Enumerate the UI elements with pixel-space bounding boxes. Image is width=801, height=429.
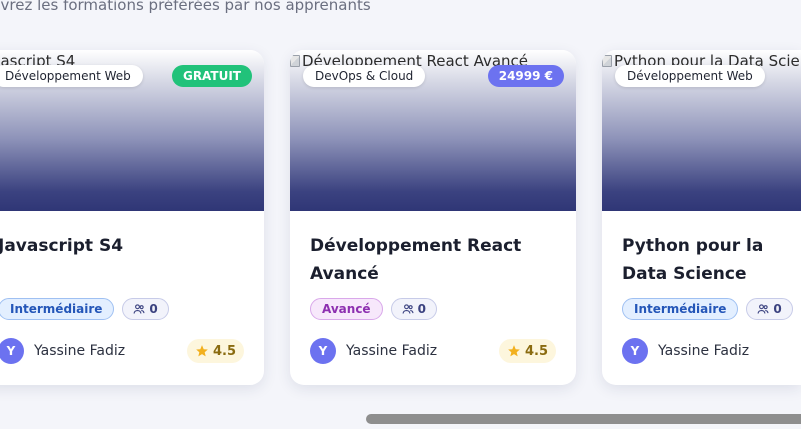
- section-subtitle: uvrez les formations préférées par nos a…: [0, 0, 371, 14]
- course-image[interactable]: Python pour la Data Science Développemen…: [602, 50, 801, 211]
- users-icon: [133, 304, 145, 314]
- students-count-badge: 0: [122, 298, 169, 320]
- author-name: Yassine Fadiz: [346, 343, 438, 359]
- level-badge: Intermédiaire: [0, 298, 115, 320]
- students-count-badge: 0: [746, 298, 793, 320]
- course-tags: Avancé 0: [310, 298, 437, 320]
- broken-image-icon: [290, 55, 300, 67]
- course-image[interactable]: Javascript S4 Développement Web GRATUIT: [0, 50, 264, 211]
- course-title[interactable]: Développement React Avancé: [310, 232, 560, 288]
- course-card[interactable]: Javascript S4 Développement Web GRATUIT …: [0, 50, 264, 385]
- broken-image-icon: [602, 55, 612, 67]
- avatar: Y: [310, 338, 336, 364]
- category-badge: Développement Web: [0, 65, 143, 87]
- course-card[interactable]: Python pour la Data Science Développemen…: [602, 50, 801, 385]
- avatar: Y: [622, 338, 648, 364]
- students-count-badge: 0: [390, 298, 437, 320]
- course-title[interactable]: Javascript S4: [0, 232, 248, 260]
- course-author: Y Yassine Fadiz: [622, 338, 749, 364]
- category-badge: Développement Web: [615, 65, 765, 87]
- course-author: Y Yassine Fadiz: [310, 338, 437, 364]
- level-badge: Intermédiaire: [622, 298, 739, 320]
- course-author: Y Yassine Fadiz: [0, 338, 125, 364]
- course-image[interactable]: Développement React Avancé DevOps & Clou…: [290, 50, 576, 211]
- author-name: Yassine Fadiz: [658, 343, 750, 359]
- price-badge: 24999 €: [487, 65, 564, 87]
- author-name: Yassine Fadiz: [34, 343, 126, 359]
- course-tags: Intermédiaire 0: [0, 298, 169, 320]
- avatar: Y: [0, 338, 24, 364]
- price-badge: GRATUIT: [171, 65, 252, 87]
- star-icon: [196, 345, 208, 357]
- star-icon: [508, 345, 520, 357]
- rating-badge: 4.5: [498, 339, 556, 363]
- horizontal-scrollbar[interactable]: [0, 414, 801, 424]
- course-title[interactable]: Python pour la Data Science: [622, 232, 801, 288]
- level-badge: Avancé: [310, 298, 383, 320]
- course-tags: Intermédiaire 0: [622, 298, 793, 320]
- rating-badge: 4.5: [186, 339, 244, 363]
- users-icon: [757, 304, 769, 314]
- scrollbar-thumb[interactable]: [366, 414, 801, 424]
- category-badge: DevOps & Cloud: [303, 65, 426, 87]
- users-icon: [402, 304, 414, 314]
- course-card[interactable]: Développement React Avancé DevOps & Clou…: [290, 50, 576, 385]
